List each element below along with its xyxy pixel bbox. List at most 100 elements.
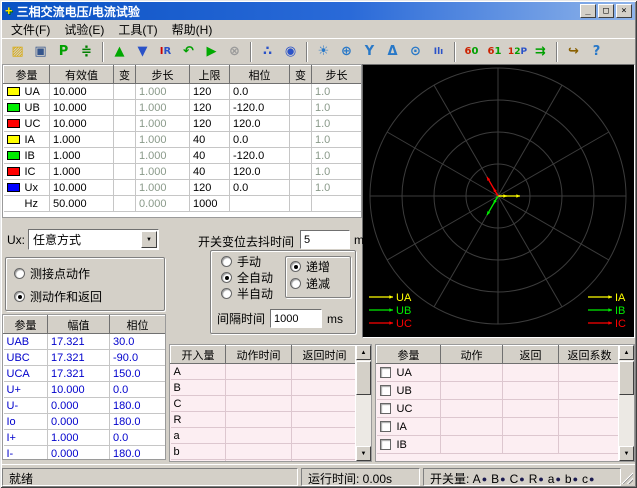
param-value-cell[interactable]: [290, 196, 312, 212]
param-value-cell[interactable]: 1.000: [136, 132, 190, 148]
param-value-cell[interactable]: 1.000: [136, 180, 190, 196]
param-value-cell[interactable]: 10.000: [50, 116, 114, 132]
radio-option[interactable]: 递增: [290, 259, 350, 274]
param-value-cell[interactable]: [312, 196, 362, 212]
param-value-cell[interactable]: 1.0: [312, 116, 362, 132]
param-name-cell[interactable]: UB: [4, 100, 50, 116]
debounce-input[interactable]: [300, 230, 350, 249]
vertical-scrollbar[interactable]: ▲▼: [355, 345, 371, 461]
phasor-view-button[interactable]: ⊙: [404, 41, 427, 63]
reset-button[interactable]: ↶: [177, 41, 200, 63]
select-checkbox[interactable]: [380, 367, 391, 378]
radio-option[interactable]: 全自动: [221, 270, 273, 285]
param-value-cell[interactable]: [114, 116, 136, 132]
radio-option[interactable]: 测动作和返回: [14, 288, 164, 304]
scroll-down-icon[interactable]: ▼: [356, 446, 371, 461]
param-value-cell[interactable]: 10.000: [50, 84, 114, 100]
param-name-cell[interactable]: IB: [4, 148, 50, 164]
minimize-button[interactable]: _: [580, 4, 596, 18]
resize-grip[interactable]: [620, 471, 633, 484]
param-value-cell[interactable]: 1.000: [50, 132, 114, 148]
vertical-scrollbar[interactable]: ▲▼: [618, 345, 634, 461]
menu-item[interactable]: 帮助(H): [165, 20, 220, 39]
color-settings-button[interactable]: ∴: [256, 41, 279, 63]
sequence-button[interactable]: ⇉: [529, 41, 552, 63]
param-name-cell[interactable]: Hz: [4, 196, 50, 212]
param-value-cell[interactable]: [114, 84, 136, 100]
target-view-button[interactable]: ⊕: [335, 41, 358, 63]
param-value-cell[interactable]: 1.000: [50, 164, 114, 180]
param-value-cell[interactable]: 120: [190, 180, 230, 196]
param-value-cell[interactable]: 0.0: [230, 132, 290, 148]
scroll-up-icon[interactable]: ▲: [619, 345, 634, 360]
param-value-cell[interactable]: 1.0: [312, 100, 362, 116]
param-value-cell[interactable]: 1.000: [136, 116, 190, 132]
param-value-cell[interactable]: 40: [190, 164, 230, 180]
menu-item[interactable]: 工具(T): [111, 20, 164, 39]
param-value-cell[interactable]: 1.0: [312, 148, 362, 164]
param-value-cell[interactable]: 1.000: [136, 148, 190, 164]
scroll-thumb[interactable]: [356, 361, 371, 395]
param-value-cell[interactable]: -120.0: [230, 148, 290, 164]
harmonic-view-button[interactable]: Ilı: [427, 41, 450, 63]
param-value-cell[interactable]: 40: [190, 132, 230, 148]
brightness-view-button[interactable]: ☀: [312, 41, 335, 63]
mode-61-button[interactable]: 61: [483, 41, 506, 63]
delta-view-button[interactable]: Δ: [381, 41, 404, 63]
split-phase-button[interactable]: ≑: [75, 41, 98, 63]
maximize-button[interactable]: □: [598, 4, 614, 18]
param-value-cell[interactable]: [290, 84, 312, 100]
select-checkbox[interactable]: [380, 385, 391, 396]
radio-option[interactable]: 半自动: [221, 286, 273, 301]
param-value-cell[interactable]: 10.000: [50, 180, 114, 196]
ir-display-button[interactable]: IR: [154, 41, 177, 63]
param-value-cell[interactable]: -120.0: [230, 100, 290, 116]
param-value-cell[interactable]: [290, 116, 312, 132]
param-name-cell[interactable]: UC: [4, 116, 50, 132]
mode-60-button[interactable]: 60: [460, 41, 483, 63]
scroll-up-icon[interactable]: ▲: [356, 345, 371, 360]
dropdown-arrow-icon[interactable]: ▼: [141, 231, 157, 248]
param-value-cell[interactable]: 120.0: [230, 164, 290, 180]
param-value-cell[interactable]: 120.0: [230, 116, 290, 132]
titlebar[interactable]: + 三相交流电压/电流试验 _□×: [2, 2, 635, 20]
param-value-cell[interactable]: 120: [190, 84, 230, 100]
close-button[interactable]: ×: [616, 4, 632, 18]
param-value-cell[interactable]: [114, 100, 136, 116]
menu-item[interactable]: 试验(E): [57, 20, 111, 39]
select-checkbox[interactable]: [380, 421, 391, 432]
radio-option[interactable]: 递减: [290, 276, 350, 291]
param-value-cell[interactable]: [114, 180, 136, 196]
param-value-cell[interactable]: 1.000: [136, 100, 190, 116]
param-value-cell[interactable]: [114, 164, 136, 180]
start-test-button[interactable]: ▶: [200, 41, 223, 63]
param-value-cell[interactable]: 120: [190, 116, 230, 132]
step-up-button[interactable]: ▲: [108, 41, 131, 63]
param-name-cell[interactable]: IA: [4, 132, 50, 148]
zoom-button[interactable]: ◉: [279, 41, 302, 63]
param-value-cell[interactable]: 1.0: [312, 180, 362, 196]
scroll-down-icon[interactable]: ▼: [619, 446, 634, 461]
param-value-cell[interactable]: [114, 132, 136, 148]
step-down-button[interactable]: ▼: [131, 41, 154, 63]
interval-input[interactable]: [270, 309, 322, 328]
select-checkbox[interactable]: [380, 403, 391, 414]
power-output-button[interactable]: P: [52, 41, 75, 63]
param-value-cell[interactable]: 0.0: [230, 84, 290, 100]
param-value-cell[interactable]: [290, 132, 312, 148]
param-value-cell[interactable]: 120: [190, 100, 230, 116]
stop-test-button[interactable]: ⊗: [223, 41, 246, 63]
scroll-thumb[interactable]: [619, 361, 634, 395]
param-value-cell[interactable]: 1000: [190, 196, 230, 212]
param-value-cell[interactable]: [290, 100, 312, 116]
param-value-cell[interactable]: 10.000: [50, 100, 114, 116]
param-value-cell[interactable]: 1.000: [136, 84, 190, 100]
param-value-cell[interactable]: 1.000: [136, 164, 190, 180]
param-value-cell[interactable]: 0.0: [230, 180, 290, 196]
mode-12p-button[interactable]: 12P: [506, 41, 529, 63]
help-button[interactable]: ?: [585, 41, 608, 63]
param-value-cell[interactable]: [114, 196, 136, 212]
param-value-cell[interactable]: 1.000: [50, 148, 114, 164]
menu-item[interactable]: 文件(F): [4, 20, 57, 39]
param-value-cell[interactable]: 50.000: [50, 196, 114, 212]
